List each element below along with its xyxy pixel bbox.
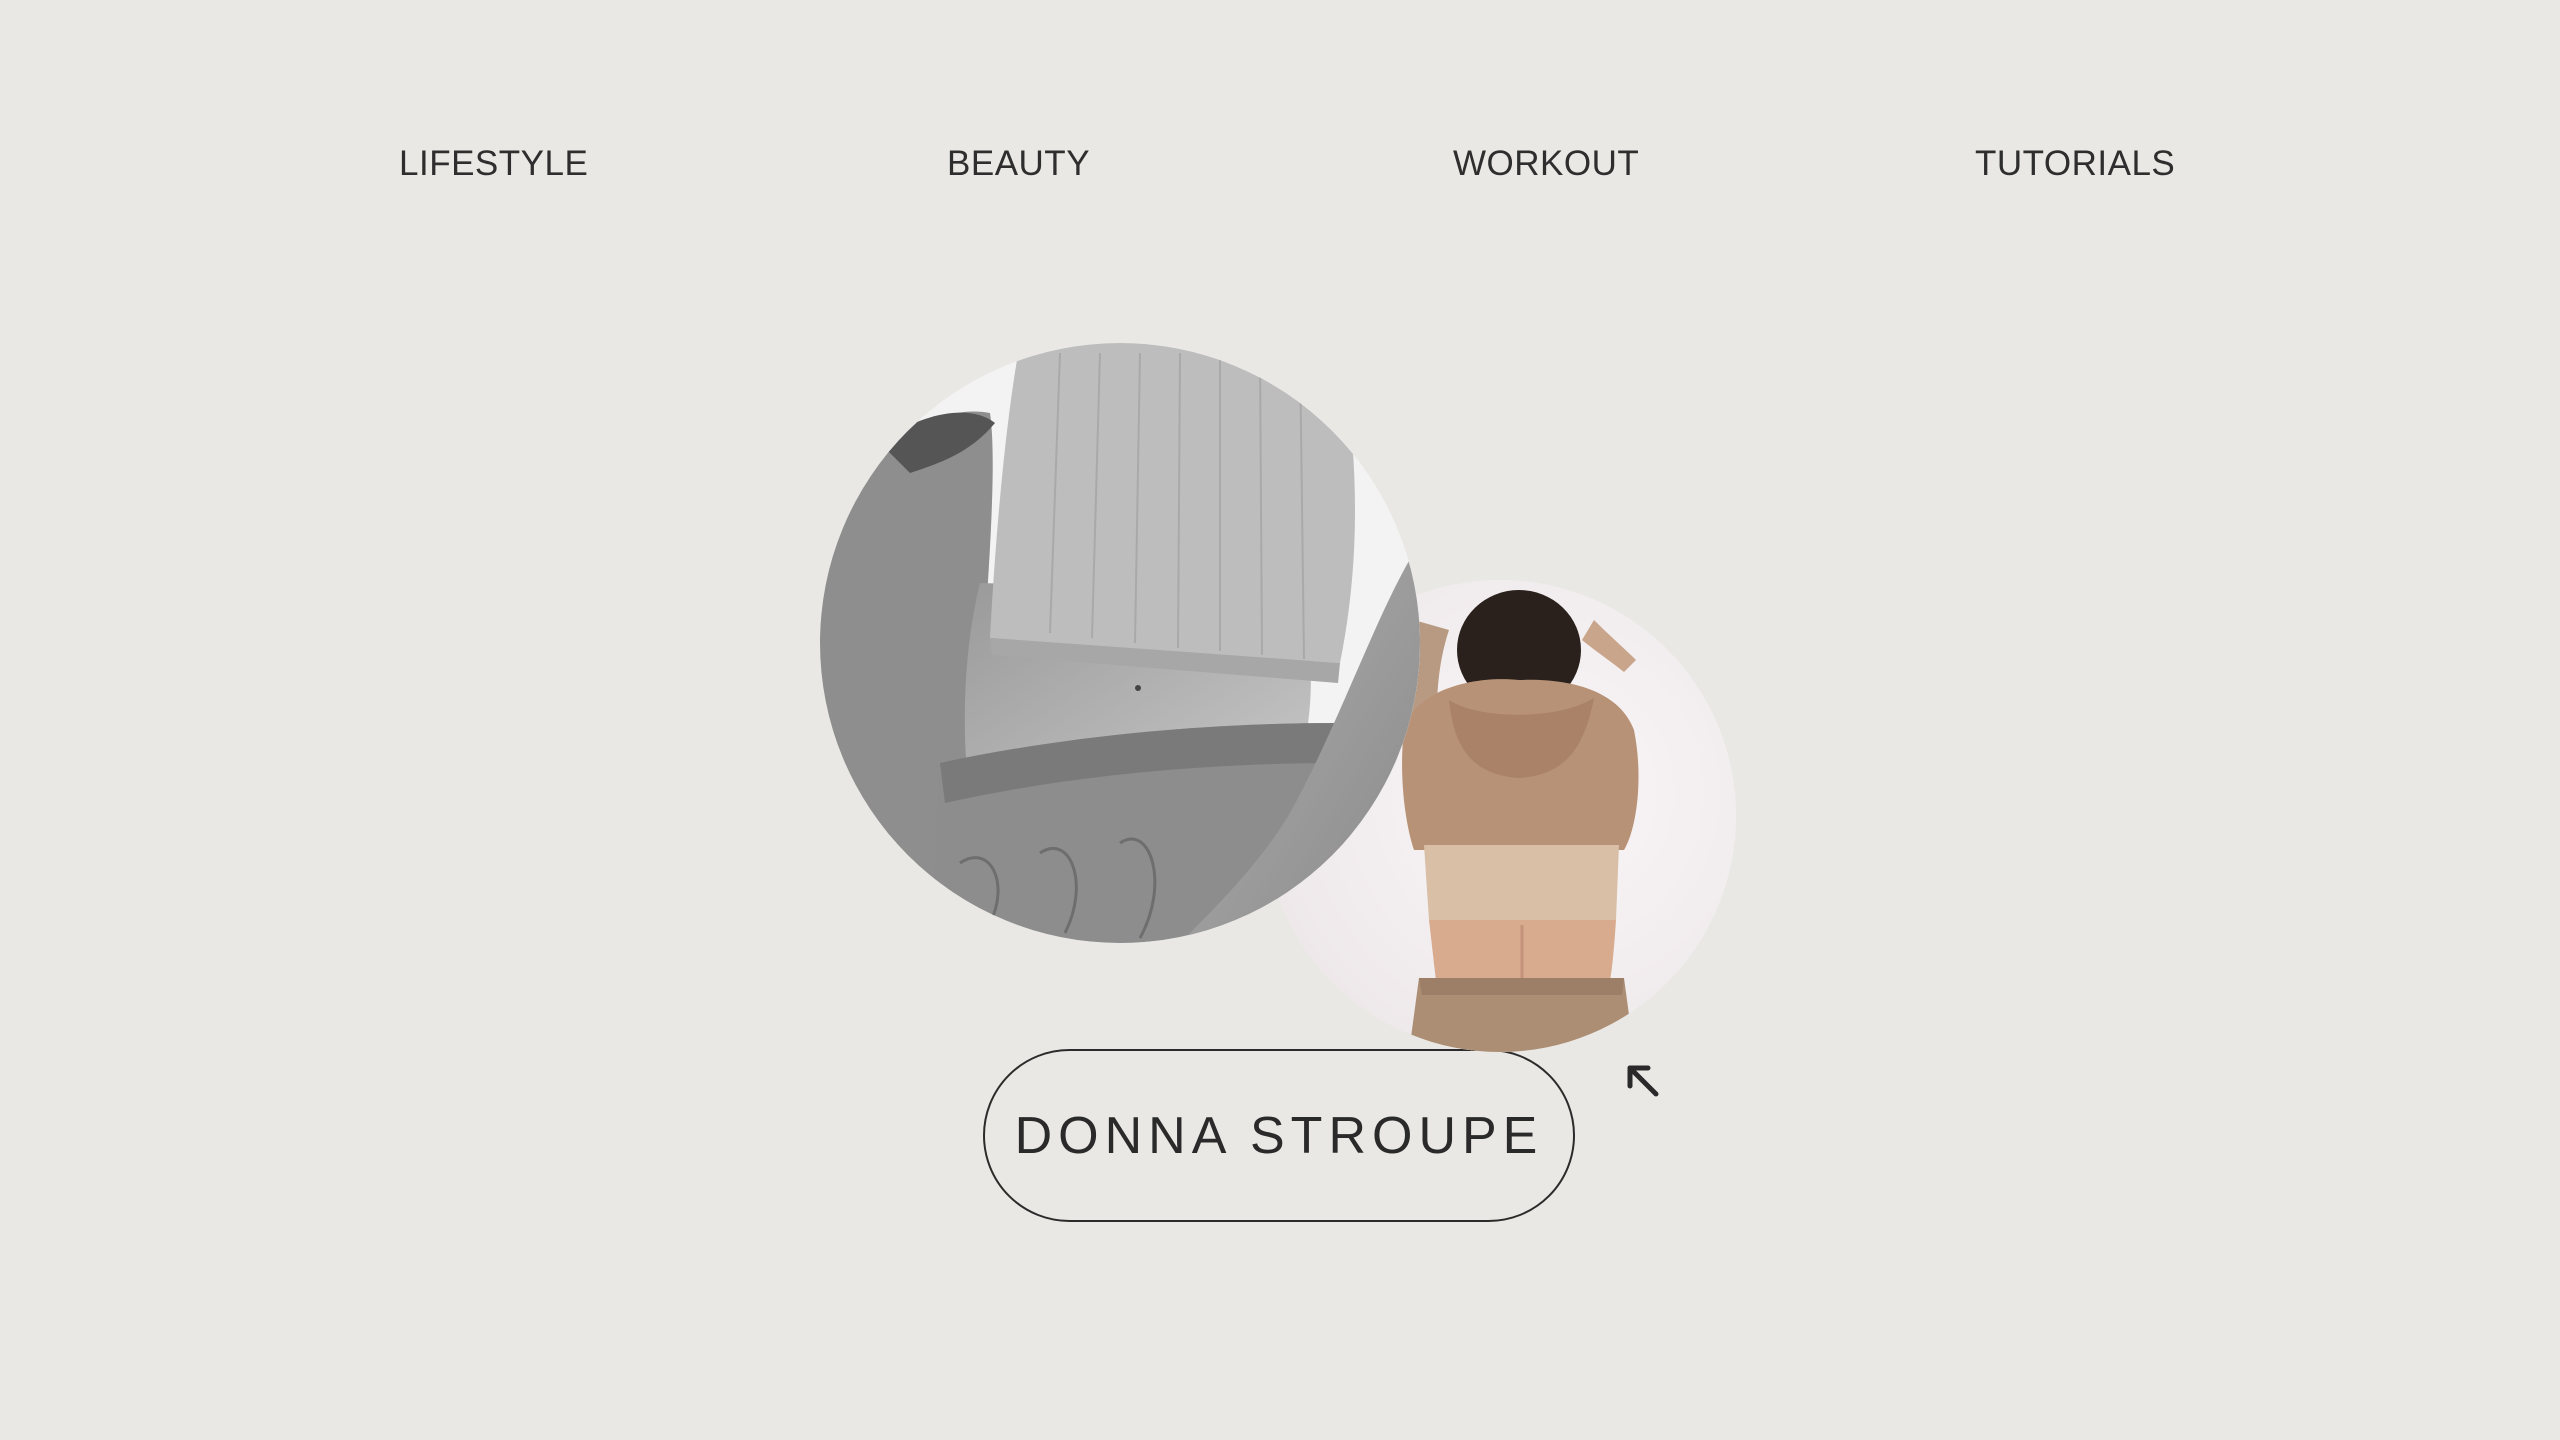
brand-name: DONNA STROUPE (1014, 1106, 1544, 1165)
nav-item-beauty[interactable]: BEAUTY (947, 143, 1090, 185)
crop-top-model-illustration (820, 343, 1420, 943)
page: LIFESTYLE BEAUTY WORKOUT TUTORIALS DONNA… (0, 0, 2560, 1440)
nav-item-lifestyle[interactable]: LIFESTYLE (399, 143, 588, 185)
name-pill-button[interactable]: DONNA STROUPE (983, 1049, 1575, 1222)
hero-photo-monochrome (820, 343, 1420, 943)
arrow-up-left-icon[interactable] (1620, 1058, 1664, 1102)
nav-item-tutorials[interactable]: TUTORIALS (1975, 143, 2175, 185)
nav-item-workout[interactable]: WORKOUT (1453, 143, 1639, 185)
